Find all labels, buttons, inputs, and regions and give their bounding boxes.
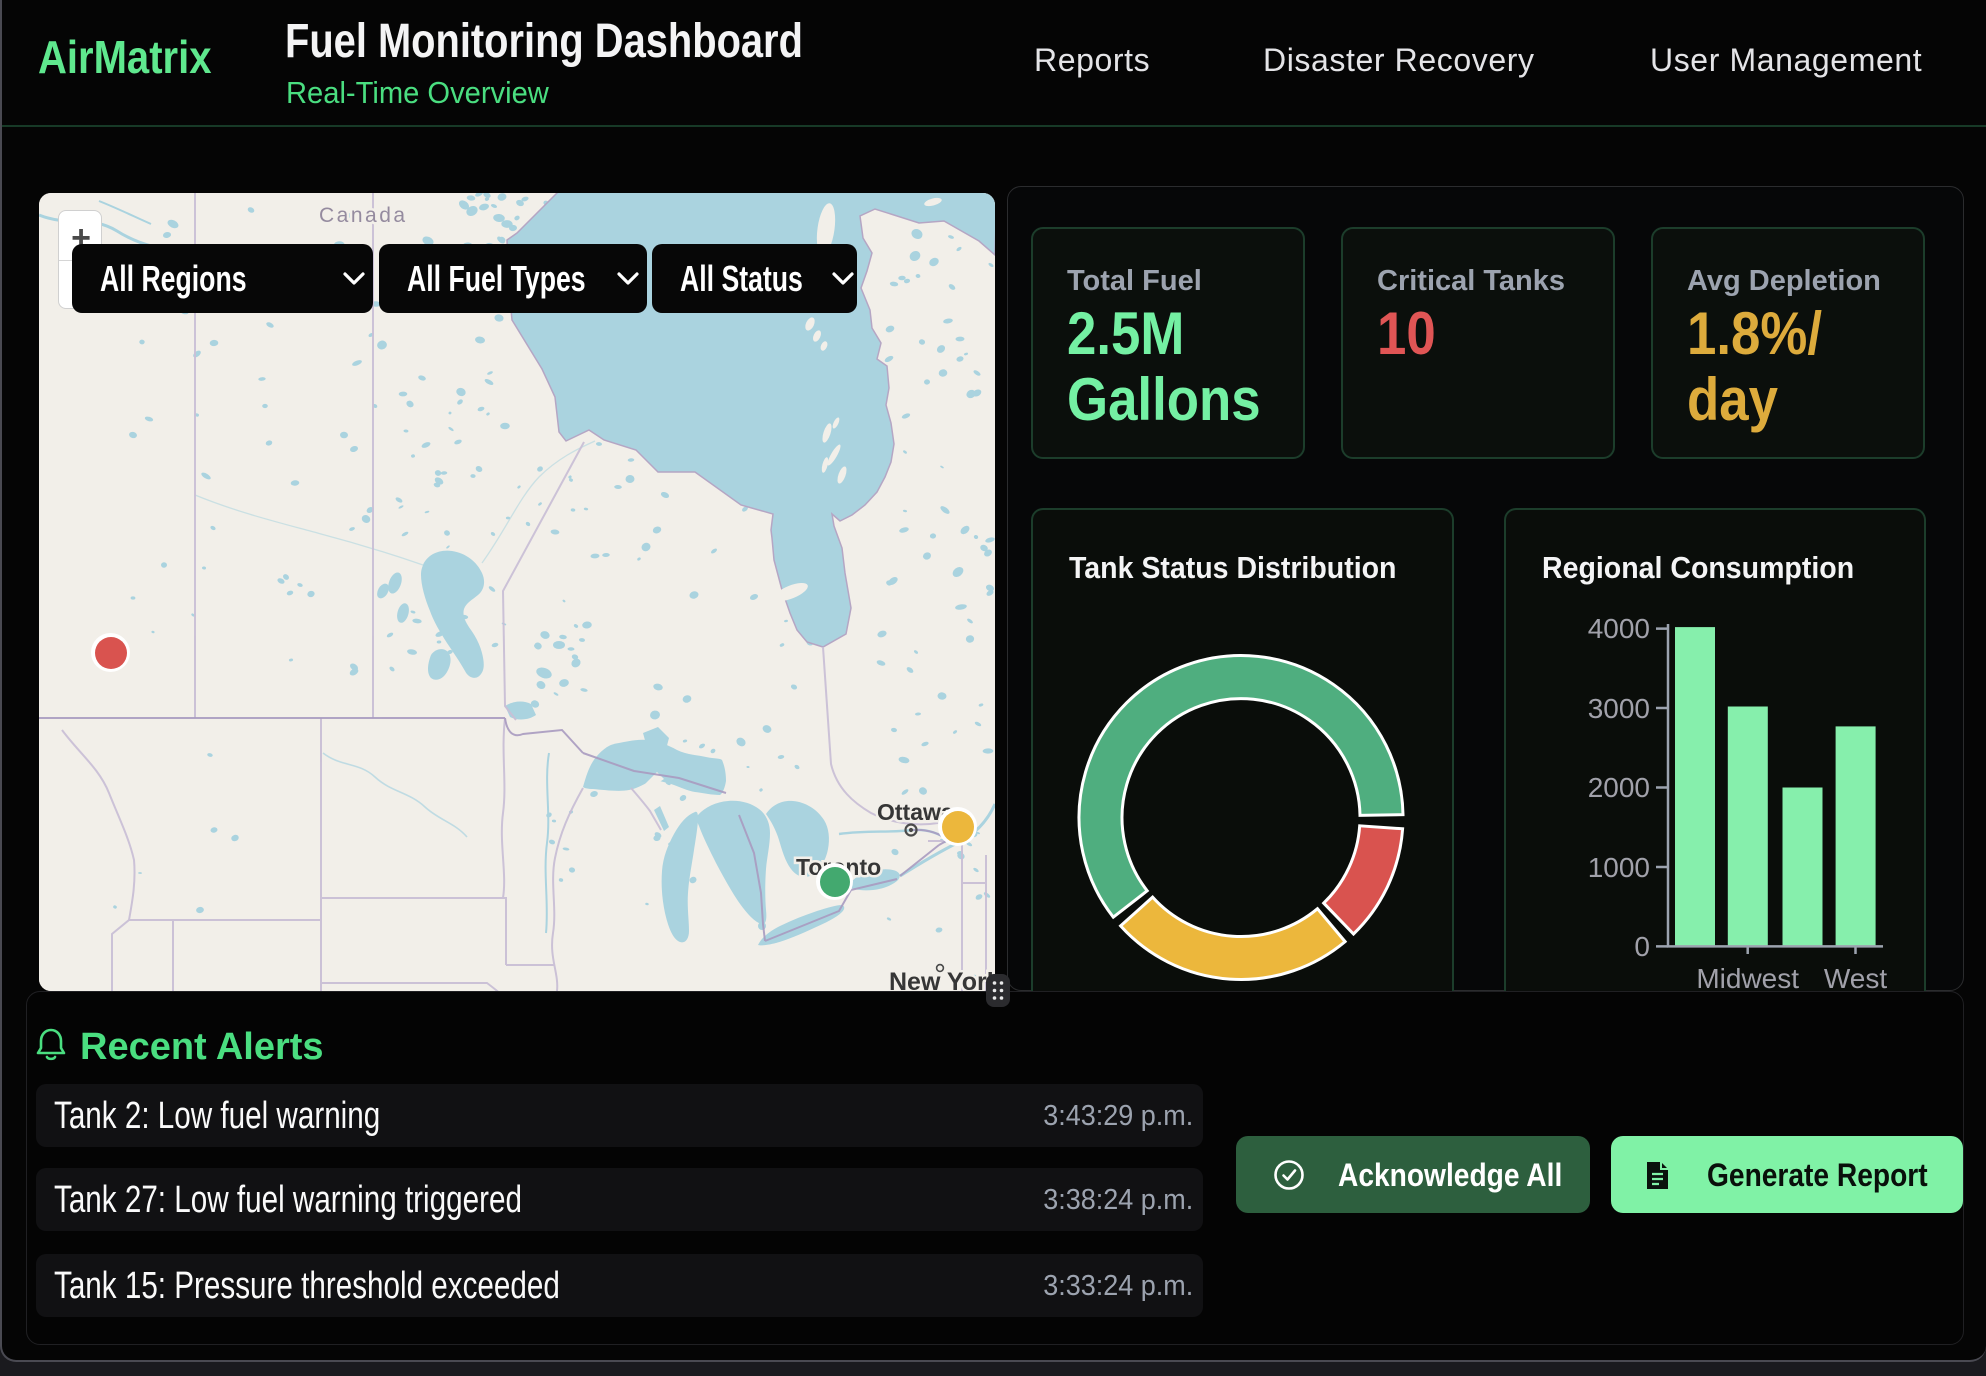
svg-text:4000: 4000	[1588, 613, 1650, 644]
svg-text:West: West	[1824, 963, 1887, 991]
svg-text:3000: 3000	[1588, 693, 1650, 724]
svg-text:2000: 2000	[1588, 772, 1650, 803]
svg-text:1000: 1000	[1588, 852, 1650, 883]
svg-text:0: 0	[1634, 931, 1650, 962]
svg-text:Midwest: Midwest	[1696, 963, 1799, 991]
svg-text:Canada: Canada	[319, 204, 408, 227]
